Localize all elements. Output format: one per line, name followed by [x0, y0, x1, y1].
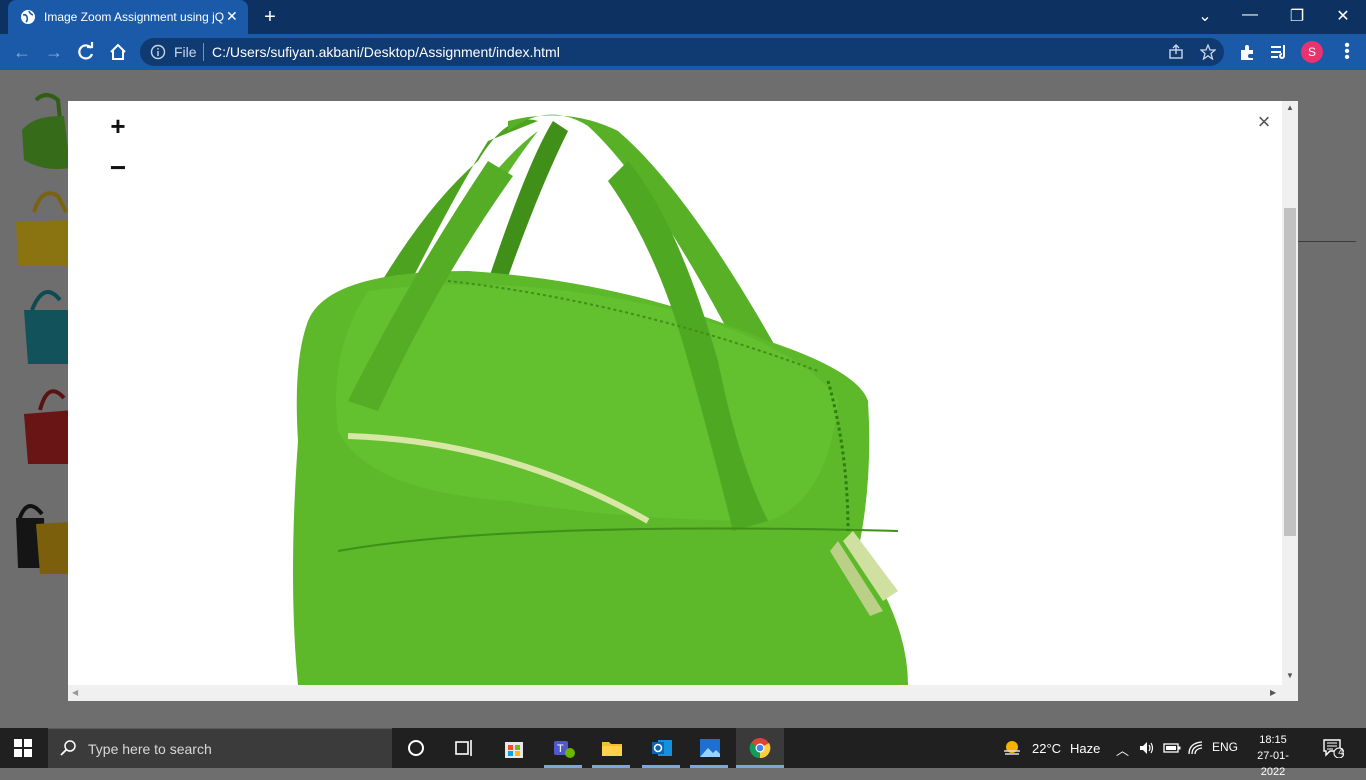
tab-search-icon[interactable]: ⌄	[1195, 6, 1215, 26]
outlook-icon[interactable]	[650, 736, 674, 760]
scrollbar-corner	[1282, 685, 1298, 701]
windows-start-icon[interactable]	[14, 739, 32, 757]
zoom-out-button[interactable]: −	[106, 154, 130, 182]
window-close-button[interactable]: ✕	[1333, 6, 1353, 26]
battery-icon[interactable]	[1163, 741, 1181, 755]
search-placeholder: Type here to search	[88, 741, 212, 757]
scroll-right-icon[interactable]: ▶	[1270, 688, 1276, 697]
photos-icon[interactable]	[698, 736, 722, 760]
browser-toolbar: ← → File C:/Users/sufiyan.akbani/Desktop…	[0, 34, 1366, 70]
home-icon[interactable]	[108, 42, 128, 62]
extensions-icon[interactable]	[1238, 43, 1256, 61]
show-hidden-icons-chevron-icon[interactable]: ︿	[1116, 740, 1129, 759]
windows-taskbar: Type here to search T 22°C Haze ︿ ENG 18…	[0, 728, 1366, 778]
vertical-scroll-thumb[interactable]	[1284, 208, 1296, 536]
image-zoom-modal: + − × ▲ ▼ ◀ ▶	[68, 101, 1298, 701]
teams-icon[interactable]: T	[552, 736, 576, 760]
profile-avatar[interactable]: S	[1301, 41, 1323, 63]
taskbar-clock[interactable]: 18:15 27-01-2022	[1248, 732, 1298, 780]
bookmark-star-icon[interactable]	[1200, 44, 1216, 60]
zoom-in-button[interactable]: +	[106, 113, 130, 139]
tab-close-icon[interactable]: ✕	[226, 8, 238, 25]
clock-date: 27-01-2022	[1257, 750, 1289, 778]
minimize-button[interactable]: —	[1240, 6, 1260, 24]
scroll-left-icon[interactable]: ◀	[72, 688, 78, 697]
svg-text:T: T	[557, 743, 564, 755]
menu-kebab-icon[interactable]: • • •	[1342, 38, 1352, 66]
notification-count: 4	[1338, 747, 1344, 758]
divider-line	[1298, 241, 1356, 242]
vertical-scrollbar[interactable]: ▲ ▼	[1282, 101, 1298, 685]
volume-icon[interactable]	[1138, 740, 1154, 756]
address-separator	[203, 43, 204, 61]
file-explorer-icon[interactable]	[600, 736, 624, 760]
page-overlay: + − × ▲ ▼ ◀ ▶	[0, 70, 1366, 728]
microsoft-store-icon[interactable]	[502, 736, 526, 760]
address-scheme-label: File	[174, 44, 197, 60]
cortana-icon[interactable]	[404, 736, 428, 760]
search-icon	[60, 740, 76, 756]
restore-button[interactable]: ❐	[1287, 6, 1307, 26]
clock-time: 18:15	[1259, 734, 1287, 746]
scroll-up-icon[interactable]: ▲	[1286, 103, 1294, 112]
horizontal-scrollbar[interactable]: ◀ ▶	[68, 685, 1282, 701]
zoomed-bag-image[interactable]	[208, 101, 928, 685]
browser-tab[interactable]: Image Zoom Assignment using jQ ✕	[8, 0, 248, 34]
scroll-down-icon[interactable]: ▼	[1286, 671, 1294, 680]
info-icon[interactable]	[150, 44, 166, 60]
taskbar-search-box[interactable]: Type here to search	[48, 728, 392, 768]
chrome-icon[interactable]	[748, 736, 772, 760]
back-icon[interactable]: ←	[12, 42, 32, 62]
browser-titlebar: Image Zoom Assignment using jQ ✕ + ⌄ — ❐…	[0, 0, 1366, 34]
address-bar[interactable]: File C:/Users/sufiyan.akbani/Desktop/Ass…	[140, 38, 1224, 66]
globe-icon	[21, 10, 35, 24]
modal-close-icon[interactable]: ×	[1254, 109, 1274, 135]
language-indicator[interactable]: ENG	[1212, 740, 1238, 754]
reload-icon[interactable]	[76, 42, 96, 62]
share-icon[interactable]	[1168, 44, 1184, 60]
new-tab-button[interactable]: +	[260, 6, 280, 29]
wifi-icon[interactable]	[1188, 740, 1204, 756]
weather-haze-icon[interactable]	[1002, 738, 1022, 758]
weather-temperature[interactable]: 22°C	[1032, 741, 1061, 756]
weather-description[interactable]: Haze	[1070, 741, 1100, 756]
address-url[interactable]: C:/Users/sufiyan.akbani/Desktop/Assignme…	[212, 44, 560, 60]
forward-icon[interactable]: →	[44, 42, 64, 62]
tab-title: Image Zoom Assignment using jQ	[44, 10, 224, 24]
media-queue-icon[interactable]	[1270, 43, 1288, 61]
task-view-icon[interactable]	[452, 736, 476, 760]
